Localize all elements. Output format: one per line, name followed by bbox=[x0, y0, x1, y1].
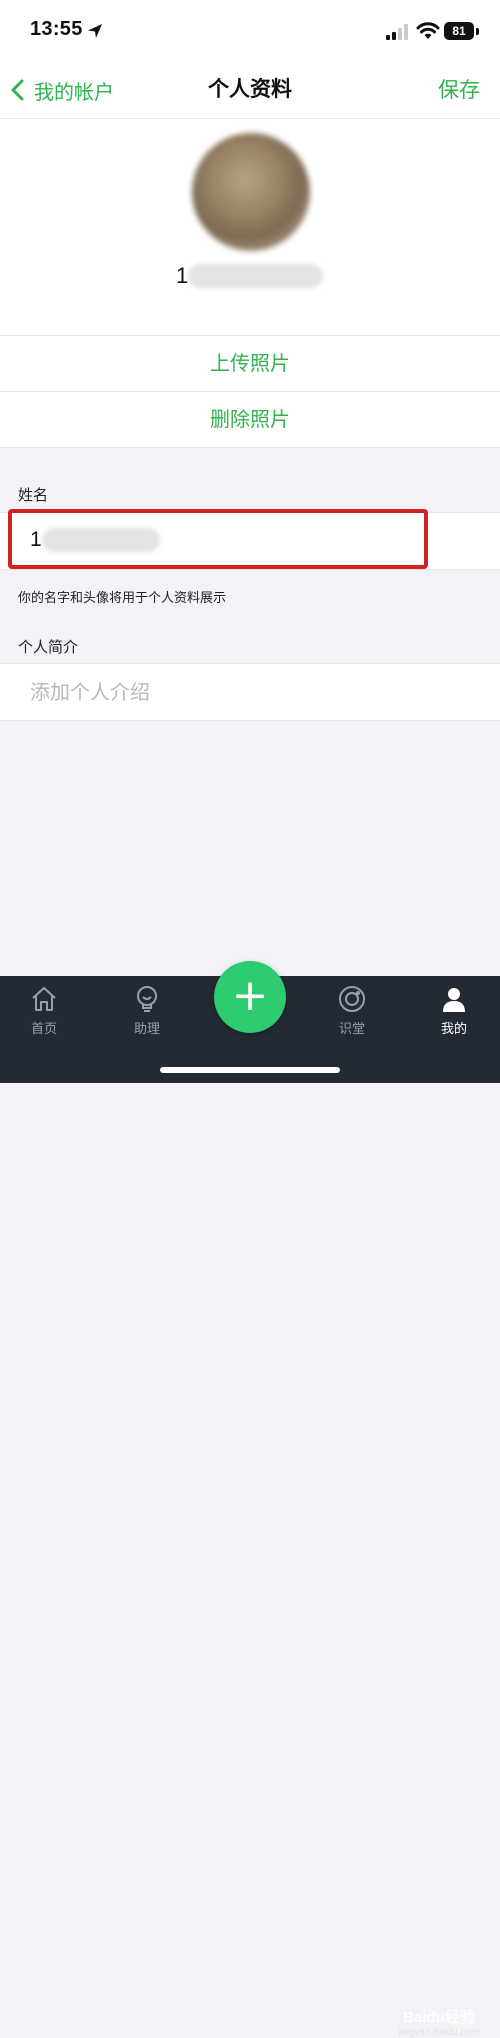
battery-tip bbox=[476, 28, 479, 35]
home-icon bbox=[32, 987, 56, 1011]
tab-home-label: 首页 bbox=[30, 1022, 57, 1037]
tab-home[interactable]: 首页 bbox=[4, 984, 84, 1037]
location-arrow-icon bbox=[88, 24, 102, 38]
bio-field bbox=[0, 663, 500, 721]
chevron-left-icon bbox=[11, 79, 24, 101]
photo-actions: 上传照片 删除照片 bbox=[0, 335, 500, 448]
tab-mine-label: 我的 bbox=[440, 1022, 467, 1037]
status-bar: 13:55 81 bbox=[0, 0, 500, 64]
tab-class[interactable]: 识堂 bbox=[312, 984, 392, 1037]
bio-label: 个人简介 bbox=[18, 638, 79, 656]
person-icon bbox=[443, 988, 465, 1012]
wifi-icon bbox=[416, 22, 440, 39]
watermark-brand: Baidu经验 bbox=[403, 2009, 475, 2026]
lens-icon bbox=[339, 986, 365, 1012]
name-label: 姓名 bbox=[18, 486, 49, 504]
back-label: 我的帐户 bbox=[34, 79, 114, 104]
name-hint: 你的名字和头像将用于个人资料展示 bbox=[18, 591, 227, 606]
battery-indicator: 81 bbox=[444, 22, 474, 40]
add-button[interactable]: + bbox=[214, 961, 286, 1033]
account-id: 1 bbox=[176, 259, 324, 293]
bio-input[interactable] bbox=[28, 674, 472, 710]
blurred-account-id bbox=[188, 264, 324, 288]
avatar[interactable] bbox=[192, 133, 310, 251]
watermark-domain: jingyan.baidu.com bbox=[398, 2027, 480, 2038]
home-indicator bbox=[160, 1067, 340, 1073]
profile-header: 1 bbox=[0, 119, 500, 335]
save-button[interactable]: 保存 bbox=[438, 74, 480, 104]
delete-photo-button[interactable]: 删除照片 bbox=[0, 391, 500, 447]
page-title: 个人资料 bbox=[170, 64, 330, 118]
account-id-text: 1 bbox=[176, 263, 189, 288]
tab-assistant[interactable]: 助理 bbox=[107, 984, 187, 1037]
nav-bar: 我的帐户 个人资料 保存 bbox=[0, 64, 500, 119]
tab-assistant-label: 助理 bbox=[133, 1022, 160, 1037]
upload-photo-button[interactable]: 上传照片 bbox=[0, 336, 500, 391]
baidu-watermark: Baidu经验 jingyan.baidu.com bbox=[380, 2006, 498, 2038]
status-time: 13:55 bbox=[30, 18, 83, 40]
lightbulb-icon bbox=[137, 986, 157, 1012]
tab-class-label: 识堂 bbox=[338, 1022, 365, 1037]
highlight-annotation bbox=[8, 509, 428, 569]
cellular-signal-icon bbox=[386, 24, 408, 40]
tab-mine[interactable]: 我的 bbox=[414, 984, 494, 1037]
back-button[interactable]: 我的帐户 bbox=[8, 74, 114, 106]
plus-icon: + bbox=[231, 970, 269, 1021]
